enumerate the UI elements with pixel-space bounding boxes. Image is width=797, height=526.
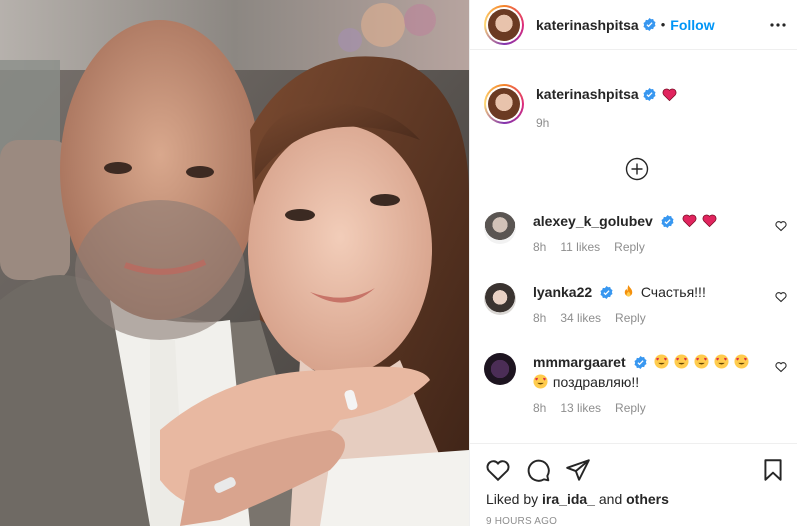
heart-eyes-icon [694, 354, 709, 369]
comment-text: Счастья!!! [640, 284, 706, 300]
heart-outline-icon[interactable] [775, 361, 787, 373]
comment-time: 8h [533, 240, 547, 254]
separator-dot: • [660, 17, 666, 32]
heart-outline-icon[interactable] [485, 457, 511, 483]
commenter-username[interactable]: mmmargaaret [533, 354, 626, 370]
verified-badge-icon [633, 356, 647, 369]
reply-button[interactable]: Reply [615, 311, 646, 325]
more-horizontal-icon[interactable] [769, 18, 787, 32]
post-photo[interactable] [0, 0, 469, 526]
comment-text: поздравляю!! [552, 374, 640, 390]
liked-by-user[interactable]: ira_ida_ [542, 491, 595, 507]
heart-eyes-icon [654, 354, 669, 369]
heart-eyes-icon [714, 354, 729, 369]
comment-likes[interactable]: 11 likes [560, 240, 600, 254]
caption-time: 9h [536, 116, 550, 130]
fire-icon [624, 284, 633, 297]
verified-badge-icon [661, 215, 674, 228]
post-timestamp[interactable]: 9 HOURS AGO [486, 516, 557, 526]
liked-by-others[interactable]: others [626, 491, 669, 507]
liked-by-line: Liked by ira_ida_ and others [486, 491, 669, 507]
heart-outline-icon[interactable] [775, 291, 787, 303]
comment-time: 8h [533, 401, 547, 415]
plus-circle-icon[interactable] [625, 157, 649, 181]
follow-button[interactable]: Follow [670, 17, 714, 33]
verified-badge-icon [643, 18, 656, 31]
author-username[interactable]: katerinashpitsa [536, 17, 639, 33]
heart-eyes-icon [533, 374, 548, 389]
comment-bubble-icon[interactable] [525, 457, 551, 483]
red-heart-icon [662, 88, 677, 101]
red-heart-icon [682, 214, 697, 228]
bookmark-icon[interactable] [760, 457, 786, 483]
verified-badge-icon [600, 286, 613, 299]
comment-time: 8h [533, 311, 547, 325]
heart-eyes-icon [674, 354, 689, 369]
reply-button[interactable]: Reply [615, 401, 646, 415]
comment-likes[interactable]: 13 likes [560, 401, 601, 415]
liked-by-prefix: Liked by [486, 491, 539, 507]
commenter-avatar[interactable] [484, 212, 516, 244]
commenter-avatar[interactable] [484, 353, 516, 385]
reply-button[interactable]: Reply [614, 240, 645, 254]
caption-author-username[interactable]: katerinashpitsa [536, 86, 639, 102]
comment-item: alexey_k_golubev 8h 11 likes Reply [484, 212, 787, 254]
commenter-avatar[interactable] [484, 283, 516, 315]
comment-likes[interactable]: 34 likes [560, 311, 601, 325]
red-heart-icon [702, 214, 716, 228]
comment-item: mmmargaaret поздравляю!! 8h 13 likes Rep… [484, 353, 787, 415]
post-header: katerinashpitsa • Follow [470, 0, 797, 50]
post-caption: katerinashpitsa 9h [484, 84, 678, 130]
commenter-username[interactable]: alexey_k_golubev [533, 213, 653, 229]
paper-plane-icon[interactable] [565, 457, 591, 483]
comment-item: lyanka22 Счастья!!! 8h 34 likes Reply [484, 283, 787, 325]
post-actions: Liked by ira_ida_ and others 9 HOURS AGO [470, 443, 797, 526]
post-image [0, 0, 469, 526]
author-avatar[interactable] [484, 4, 524, 45]
post-side-panel: katerinashpitsa • Follow katerinashpitsa [469, 0, 797, 526]
liked-by-and: and [598, 491, 623, 507]
caption-author-avatar[interactable] [484, 84, 524, 124]
heart-eyes-icon [734, 354, 749, 369]
post-frame: katerinashpitsa • Follow katerinashpitsa [0, 0, 797, 526]
verified-badge-icon [643, 87, 656, 101]
heart-outline-icon[interactable] [775, 220, 787, 232]
commenter-username[interactable]: lyanka22 [533, 284, 592, 300]
